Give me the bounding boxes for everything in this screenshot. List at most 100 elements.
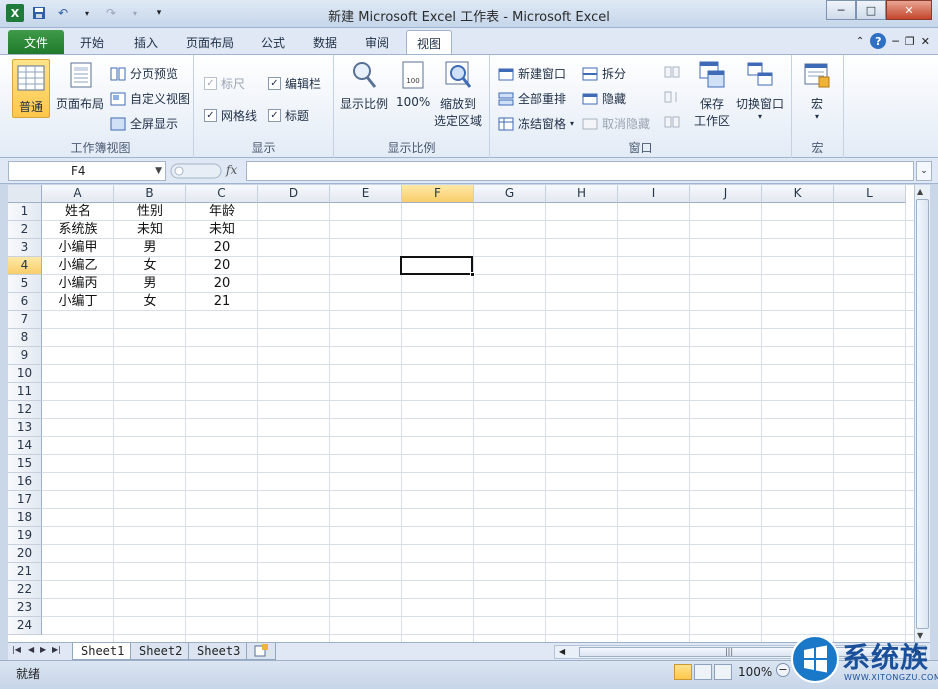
row-header-18[interactable]: 18 bbox=[8, 509, 42, 527]
row-header-9[interactable]: 9 bbox=[8, 347, 42, 365]
cell-c6[interactable]: 21 bbox=[186, 293, 258, 311]
insert-function-icon[interactable]: fx bbox=[226, 163, 237, 177]
normal-view-button[interactable]: 普通 bbox=[12, 59, 50, 118]
cell-c1[interactable]: 年龄 bbox=[186, 203, 258, 221]
switch-windows-button[interactable]: 切换窗口 ▾ bbox=[736, 59, 784, 121]
cell-b5[interactable]: 男 bbox=[114, 275, 186, 293]
column-header-l[interactable]: L bbox=[834, 185, 906, 203]
row-header-16[interactable]: 16 bbox=[8, 473, 42, 491]
cell-a5[interactable]: 小编丙 bbox=[42, 275, 114, 293]
prev-sheet-icon[interactable]: ◀ bbox=[28, 645, 34, 654]
cell-b4[interactable]: 女 bbox=[114, 257, 186, 275]
row-header-14[interactable]: 14 bbox=[8, 437, 42, 455]
cell-b6[interactable]: 女 bbox=[114, 293, 186, 311]
first-sheet-icon[interactable]: |◀ bbox=[12, 645, 21, 654]
sheet-tab-2[interactable]: Sheet2 bbox=[130, 643, 192, 660]
formula-bar-splitter-icon[interactable] bbox=[170, 163, 222, 179]
row-header-12[interactable]: 12 bbox=[8, 401, 42, 419]
tab-home[interactable]: 开始 bbox=[68, 30, 116, 54]
row-header-22[interactable]: 22 bbox=[8, 581, 42, 599]
sheet-tab-3[interactable]: Sheet3 bbox=[188, 643, 250, 660]
new-window-button[interactable]: 新建窗口 bbox=[498, 65, 566, 82]
row-header-5[interactable]: 5 bbox=[8, 275, 42, 293]
view-side-by-side-button[interactable] bbox=[664, 65, 680, 79]
minimize-button[interactable]: ─ bbox=[826, 0, 856, 20]
row-header-6[interactable]: 6 bbox=[8, 293, 42, 311]
full-screen-button[interactable]: 全屏显示 bbox=[110, 115, 178, 132]
column-header-j[interactable]: J bbox=[690, 185, 762, 203]
page-break-status-button[interactable] bbox=[714, 664, 732, 680]
insert-sheet-button[interactable] bbox=[246, 643, 276, 660]
split-button[interactable]: 拆分 bbox=[582, 65, 626, 82]
minimize-ribbon-icon[interactable]: ⌃ bbox=[856, 36, 864, 47]
maximize-button[interactable]: □ bbox=[856, 0, 886, 20]
unhide-button[interactable]: 取消隐藏 bbox=[582, 115, 650, 132]
doc-close-icon[interactable]: ✕ bbox=[921, 35, 930, 48]
row-header-17[interactable]: 17 bbox=[8, 491, 42, 509]
close-button[interactable]: ✕ bbox=[886, 0, 932, 20]
doc-restore-icon[interactable]: ❐ bbox=[905, 35, 915, 48]
cell-c3[interactable]: 20 bbox=[186, 239, 258, 257]
cell-a1[interactable]: 姓名 bbox=[42, 203, 114, 221]
zoom-100-button[interactable]: 100 100% bbox=[396, 59, 430, 109]
formula-input[interactable] bbox=[246, 161, 914, 181]
column-header-e[interactable]: E bbox=[330, 185, 402, 203]
hide-button[interactable]: 隐藏 bbox=[582, 90, 626, 107]
row-header-20[interactable]: 20 bbox=[8, 545, 42, 563]
vertical-scrollbar[interactable]: ▲ ▼ bbox=[914, 185, 930, 642]
select-all-corner[interactable] bbox=[8, 185, 42, 203]
cell-a2[interactable]: 系统族 bbox=[42, 221, 114, 239]
row-header-19[interactable]: 19 bbox=[8, 527, 42, 545]
tab-page-layout[interactable]: 页面布局 bbox=[178, 30, 242, 54]
row-header-1[interactable]: 1 bbox=[8, 203, 42, 221]
page-break-preview-button[interactable]: 分页预览 bbox=[110, 65, 178, 82]
custom-views-button[interactable]: 自定义视图 bbox=[110, 90, 190, 107]
zoom-to-selection-button[interactable]: 缩放到 选定区域 bbox=[434, 59, 482, 129]
cell-c2[interactable]: 未知 bbox=[186, 221, 258, 239]
column-header-c[interactable]: C bbox=[186, 185, 258, 203]
tab-file[interactable]: 文件 bbox=[8, 30, 64, 54]
help-icon[interactable]: ? bbox=[870, 33, 887, 49]
cell-a4[interactable]: 小编乙 bbox=[42, 257, 114, 275]
page-layout-status-button[interactable] bbox=[694, 664, 712, 680]
cell-a6[interactable]: 小编丁 bbox=[42, 293, 114, 311]
column-header-g[interactable]: G bbox=[474, 185, 546, 203]
ruler-checkbox[interactable]: ✓ 标尺 bbox=[204, 75, 245, 92]
scroll-left-icon[interactable]: ◀ bbox=[559, 647, 565, 656]
macros-button[interactable]: 宏 ▾ bbox=[802, 59, 832, 121]
cell-c5[interactable]: 20 bbox=[186, 275, 258, 293]
tab-formulas[interactable]: 公式 bbox=[250, 30, 296, 54]
vertical-scroll-thumb[interactable] bbox=[916, 199, 929, 629]
row-header-2[interactable]: 2 bbox=[8, 221, 42, 239]
fill-handle[interactable] bbox=[470, 272, 475, 277]
cell-b3[interactable]: 男 bbox=[114, 239, 186, 257]
page-layout-view-button[interactable]: 页面布局 bbox=[56, 59, 104, 112]
zoom-button[interactable]: 显示比例 bbox=[340, 59, 388, 112]
gridlines-checkbox[interactable]: ✓ 网格线 bbox=[204, 107, 257, 124]
name-box[interactable]: F4 ▼ bbox=[8, 161, 166, 181]
normal-view-status-button[interactable] bbox=[674, 664, 692, 680]
row-header-3[interactable]: 3 bbox=[8, 239, 42, 257]
expand-formula-bar-icon[interactable]: ⌄ bbox=[916, 161, 932, 181]
row-header-4[interactable]: 4 bbox=[8, 257, 42, 275]
row-header-15[interactable]: 15 bbox=[8, 455, 42, 473]
doc-minimize-icon[interactable]: ─ bbox=[892, 35, 899, 48]
tab-data[interactable]: 数据 bbox=[302, 30, 348, 54]
scroll-up-icon[interactable]: ▲ bbox=[917, 187, 923, 196]
row-header-7[interactable]: 7 bbox=[8, 311, 42, 329]
arrange-all-button[interactable]: 全部重排 bbox=[498, 90, 566, 107]
column-header-d[interactable]: D bbox=[258, 185, 330, 203]
row-header-23[interactable]: 23 bbox=[8, 599, 42, 617]
tab-insert[interactable]: 插入 bbox=[122, 30, 170, 54]
freeze-panes-button[interactable]: 冻结窗格 ▾ bbox=[498, 115, 574, 132]
cell-a3[interactable]: 小编甲 bbox=[42, 239, 114, 257]
row-header-11[interactable]: 11 bbox=[8, 383, 42, 401]
last-sheet-icon[interactable]: ▶| bbox=[52, 645, 61, 654]
row-header-10[interactable]: 10 bbox=[8, 365, 42, 383]
row-header-8[interactable]: 8 bbox=[8, 329, 42, 347]
row-header-24[interactable]: 24 bbox=[8, 617, 42, 635]
column-header-i[interactable]: I bbox=[618, 185, 690, 203]
reset-window-position-button[interactable] bbox=[664, 115, 680, 129]
column-header-b[interactable]: B bbox=[114, 185, 186, 203]
tab-review[interactable]: 审阅 bbox=[354, 30, 400, 54]
